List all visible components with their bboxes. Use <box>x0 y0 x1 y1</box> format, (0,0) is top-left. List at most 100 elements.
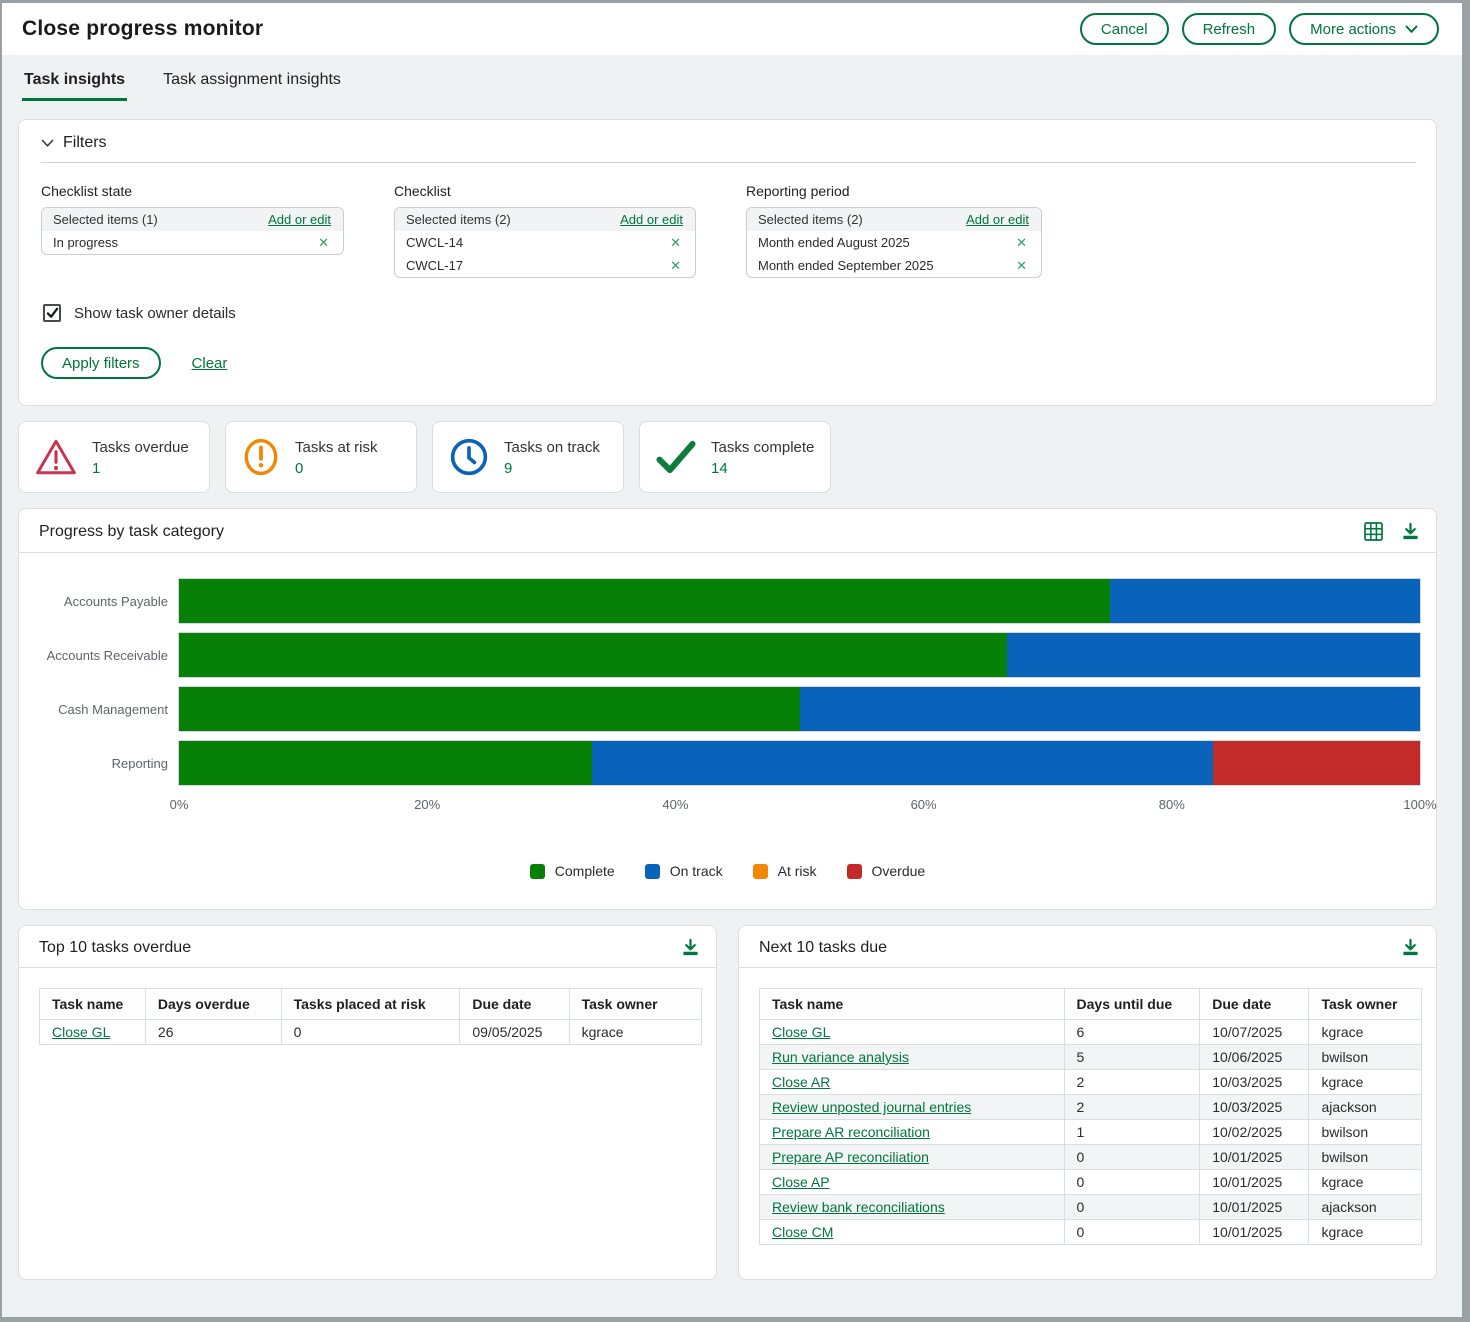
task-link[interactable]: Close GL <box>52 1024 110 1040</box>
stacked-bar <box>179 741 1420 785</box>
overdue-tasks-title: Top 10 tasks overdue <box>39 939 191 957</box>
summary-card[interactable]: Tasks complete14 <box>639 421 831 493</box>
summary-card[interactable]: Tasks at risk0 <box>225 421 417 493</box>
task-name-cell: Review bank reconciliations <box>760 1195 1065 1220</box>
task-link[interactable]: Close GL <box>772 1024 830 1040</box>
table-cell: 0 <box>1064 1145 1200 1170</box>
legend-item-complete[interactable]: Complete <box>530 863 615 879</box>
bar-segment-on-track[interactable] <box>1110 579 1420 623</box>
bar-segment-complete[interactable] <box>179 687 800 731</box>
add-or-edit-link[interactable]: Add or edit <box>268 212 331 227</box>
bar-segment-complete[interactable] <box>179 579 1110 623</box>
titlebar: Close progress monitor Cancel Refresh Mo… <box>2 3 1462 55</box>
table-grid-icon[interactable] <box>1364 522 1383 541</box>
summary-card-label: Tasks overdue <box>92 439 189 456</box>
chart-plot-area <box>179 633 1420 677</box>
filter-selected-item: CWCL-14 ✕ <box>395 231 695 254</box>
filter-selected-item: In progress✕ <box>42 231 343 254</box>
next-due-tasks-panel: Next 10 tasks due Task nameDays until du… <box>738 925 1437 1280</box>
task-link[interactable]: Review bank reconciliations <box>772 1199 945 1215</box>
task-link[interactable]: Close AP <box>772 1174 830 1190</box>
legend-item-at-risk[interactable]: At risk <box>753 863 817 879</box>
show-task-owner-checkbox[interactable] <box>43 304 61 322</box>
summary-card[interactable]: Tasks overdue 1 <box>18 421 210 493</box>
chart-plot-area <box>179 741 1420 785</box>
legend-swatch <box>645 864 660 879</box>
download-icon[interactable] <box>681 938 700 957</box>
table-cell: 10/03/2025 <box>1200 1070 1309 1095</box>
stacked-bar <box>179 633 1420 677</box>
task-link[interactable]: Prepare AR reconciliation <box>772 1124 930 1140</box>
task-link[interactable]: Review unposted journal entries <box>772 1099 971 1115</box>
bar-segment-overdue[interactable] <box>1213 741 1420 785</box>
remove-item-icon[interactable]: ✕ <box>668 259 683 272</box>
chart-gridline <box>1420 633 1421 677</box>
download-icon[interactable] <box>1401 938 1420 957</box>
selected-items-count: Selected items (1) <box>53 212 158 227</box>
table-cell: 26 <box>145 1020 281 1045</box>
remove-item-icon[interactable]: ✕ <box>316 236 331 249</box>
task-link[interactable]: Close AR <box>772 1074 830 1090</box>
stacked-bar <box>179 579 1420 623</box>
filter-item-label: CWCL-14 <box>406 235 463 250</box>
table-row: Prepare AP reconciliation010/01/2025bwil… <box>760 1145 1422 1170</box>
remove-item-icon[interactable]: ✕ <box>668 236 683 249</box>
task-link[interactable]: Prepare AP reconciliation <box>772 1149 929 1165</box>
summary-card-value: 9 <box>504 460 600 477</box>
add-or-edit-link[interactable]: Add or edit <box>966 212 1029 227</box>
progress-chart-panel: Progress by task category Accounts Payab… <box>18 508 1437 910</box>
task-link[interactable]: Run variance analysis <box>772 1049 909 1065</box>
apply-filters-button[interactable]: Apply filters <box>41 347 161 379</box>
bar-segment-complete[interactable] <box>179 741 592 785</box>
table-cell: 6 <box>1064 1020 1200 1045</box>
bar-segment-on-track[interactable] <box>800 687 1421 731</box>
tabbar: Task insights Task assignment insights <box>2 55 1462 101</box>
more-actions-button[interactable]: More actions <box>1289 13 1439 45</box>
task-name-cell: Review unposted journal entries <box>760 1095 1065 1120</box>
tab-task-assignment-insights[interactable]: Task assignment insights <box>161 61 343 101</box>
table-cell: 0 <box>1064 1170 1200 1195</box>
bar-segment-on-track[interactable] <box>1007 633 1420 677</box>
legend-item-on-track[interactable]: On track <box>645 863 723 879</box>
filters-header[interactable]: Filters <box>41 134 1416 163</box>
add-or-edit-link[interactable]: Add or edit <box>620 212 683 227</box>
table-cell: 10/01/2025 <box>1200 1170 1309 1195</box>
summary-card-value: 1 <box>92 460 189 477</box>
table-cell: 10/07/2025 <box>1200 1020 1309 1045</box>
bar-segment-complete[interactable] <box>179 633 1007 677</box>
table-row: Review bank reconciliations010/01/2025aj… <box>760 1195 1422 1220</box>
bar-segment-on-track[interactable] <box>592 741 1213 785</box>
task-link[interactable]: Close CM <box>772 1224 833 1240</box>
filter-item-label: Month ended September 2025 <box>758 258 934 273</box>
filter-item-label: Month ended August 2025 <box>758 235 910 250</box>
exclamation-circle-icon <box>242 438 280 476</box>
filter-group: Reporting periodSelected items (2)Add or… <box>746 183 1042 278</box>
filter-actions: Apply filters Clear <box>41 347 1414 379</box>
chart-legend: Complete On track At risk Overdue <box>19 863 1436 879</box>
clear-filters-link[interactable]: Clear <box>192 355 228 372</box>
legend-item-overdue[interactable]: Overdue <box>847 863 926 879</box>
download-icon[interactable] <box>1401 522 1420 541</box>
remove-item-icon[interactable]: ✕ <box>1014 236 1029 249</box>
tab-task-insights[interactable]: Task insights <box>22 61 127 101</box>
chart-gridline <box>1420 741 1421 785</box>
refresh-button[interactable]: Refresh <box>1182 13 1277 45</box>
chart-gridline <box>1420 579 1421 623</box>
task-name-cell: Close AP <box>760 1170 1065 1195</box>
summary-card-text: Tasks overdue 1 <box>92 437 189 477</box>
filter-group-label: Checklist <box>394 183 696 199</box>
table-row: Close CM010/01/2025kgrace <box>760 1220 1422 1245</box>
filter-group: ChecklistSelected items (2)Add or editCW… <box>394 183 696 278</box>
summary-card[interactable]: Tasks on track 9 <box>432 421 624 493</box>
table-cell: 2 <box>1064 1095 1200 1120</box>
table-cell: 10/02/2025 <box>1200 1120 1309 1145</box>
summary-card-label: Tasks on track <box>504 439 600 456</box>
table-row: Run variance analysis510/06/2025bwilson <box>760 1045 1422 1070</box>
column-header: Task name <box>40 989 146 1020</box>
table-cell: 5 <box>1064 1045 1200 1070</box>
show-task-owner-row: Show task owner details <box>43 304 1414 322</box>
remove-item-icon[interactable]: ✕ <box>1014 259 1029 272</box>
apply-filters-label: Apply filters <box>62 355 140 372</box>
cancel-button[interactable]: Cancel <box>1080 13 1169 45</box>
chart-category-row: Accounts Receivable <box>31 633 1420 677</box>
